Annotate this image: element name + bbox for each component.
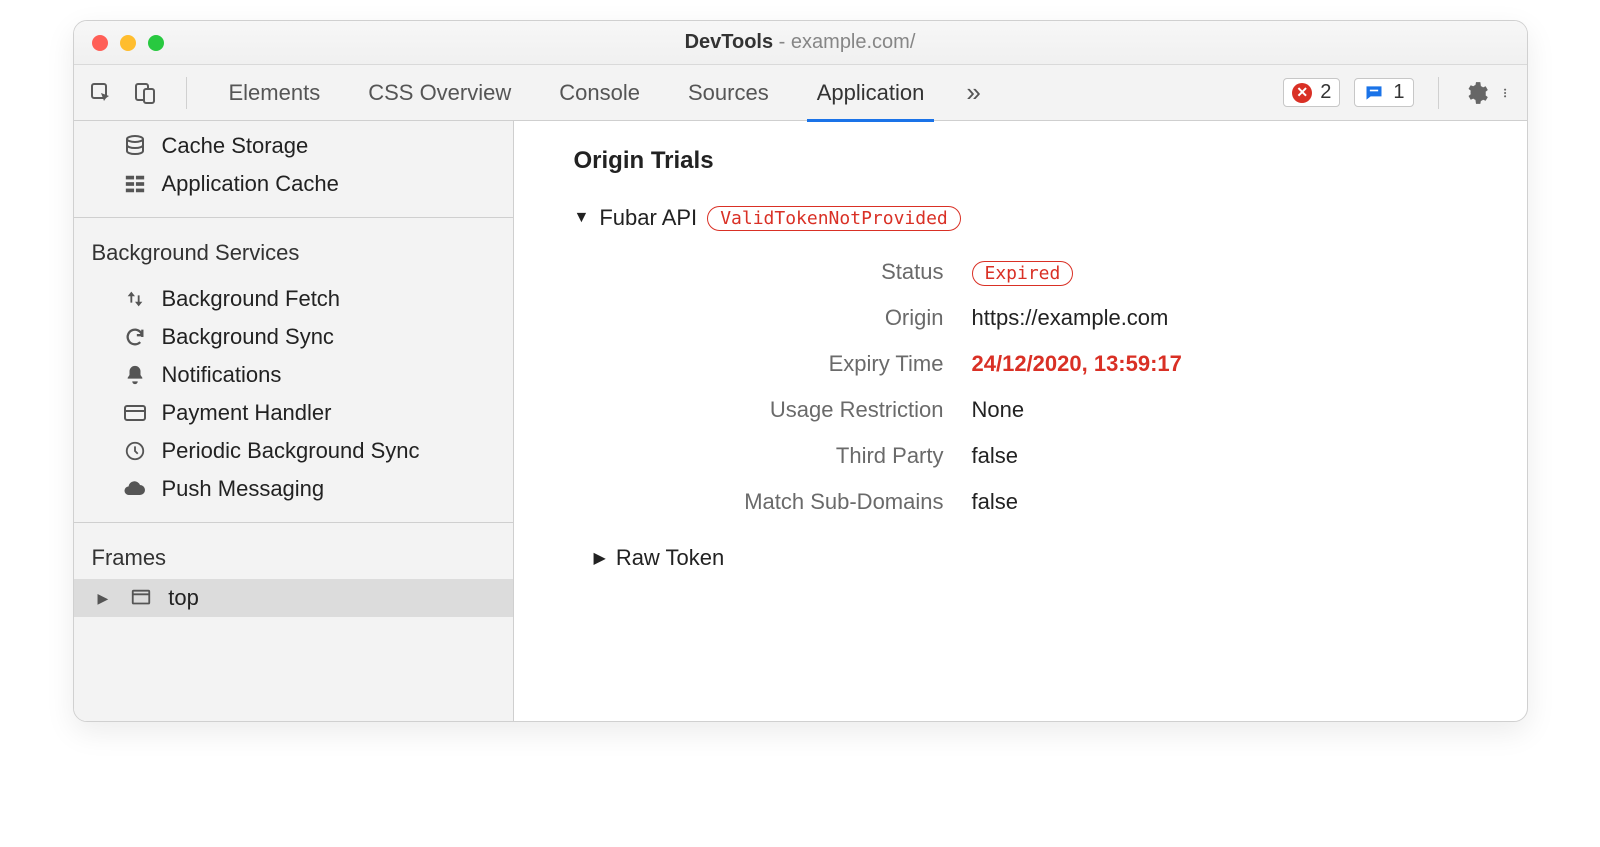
database-icon	[122, 133, 148, 159]
devtools-window: DevTools - example.com/ Elements CSS Ove…	[73, 20, 1528, 722]
raw-token-label: Raw Token	[616, 545, 724, 571]
sidebar-divider	[74, 522, 513, 523]
error-count-badge[interactable]: ✕ 2	[1283, 78, 1340, 107]
app-name: DevTools	[685, 31, 774, 53]
error-count: 2	[1320, 81, 1331, 104]
tab-elements[interactable]: Elements	[225, 65, 325, 121]
bell-icon	[122, 362, 148, 388]
up-down-arrows-icon	[122, 286, 148, 312]
sidebar-item-application-cache[interactable]: Application Cache	[74, 165, 513, 203]
section-title-origin-trials: Origin Trials	[574, 147, 1487, 175]
message-count: 1	[1393, 81, 1404, 104]
usage-label: Usage Restriction	[644, 397, 944, 423]
expiry-value: 24/12/2020, 13:59:17	[972, 351, 1487, 377]
origin-trial-row[interactable]: ▼ Fubar API ValidTokenNotProvided	[574, 205, 1487, 231]
status-label: Status	[644, 259, 944, 285]
sidebar-item-notifications[interactable]: Notifications	[74, 356, 513, 394]
sidebar-divider	[74, 217, 513, 218]
sidebar-label: Push Messaging	[162, 476, 325, 502]
origin-trial-name: Fubar API	[599, 205, 697, 231]
thirdparty-label: Third Party	[644, 443, 944, 469]
error-icon: ✕	[1292, 83, 1312, 103]
sidebar-item-background-fetch[interactable]: Background Fetch	[74, 280, 513, 318]
token-status-pill: ValidTokenNotProvided	[707, 206, 961, 231]
expand-triangle-right-icon[interactable]: ▶	[594, 548, 606, 568]
sidebar-label: Periodic Background Sync	[162, 438, 420, 464]
sidebar-label: Background Sync	[162, 324, 334, 350]
status-value: Expired	[972, 259, 1487, 285]
sidebar-item-push-messaging[interactable]: Push Messaging	[74, 470, 513, 508]
sidebar-label: Application Cache	[162, 171, 339, 197]
sidebar-item-cache-storage[interactable]: Cache Storage	[74, 127, 513, 165]
main-toolbar: Elements CSS Overview Console Sources Ap…	[74, 65, 1527, 121]
main-content: Origin Trials ▼ Fubar API ValidTokenNotP…	[514, 121, 1527, 721]
cloud-icon	[122, 476, 148, 502]
more-options-icon[interactable]	[1503, 80, 1513, 106]
device-toolbar-icon[interactable]	[132, 80, 158, 106]
sidebar-heading-frames: Frames	[74, 531, 513, 579]
usage-value: None	[972, 397, 1487, 423]
title-sep: -	[773, 31, 791, 53]
thirdparty-value: false	[972, 443, 1487, 469]
panel-body: Cache Storage Application Cache Backgrou…	[74, 121, 1527, 721]
origin-value: https://example.com	[972, 305, 1487, 331]
origin-label: Origin	[644, 305, 944, 331]
tab-sources[interactable]: Sources	[684, 65, 773, 121]
sidebar-group-cache: Cache Storage Application Cache	[74, 121, 513, 209]
sync-icon	[122, 324, 148, 350]
expand-triangle-icon[interactable]: ▶	[98, 590, 109, 607]
sidebar-label: Notifications	[162, 362, 282, 388]
sidebar-item-periodic-background-sync[interactable]: Periodic Background Sync	[74, 432, 513, 470]
application-sidebar: Cache Storage Application Cache Backgrou…	[74, 121, 514, 721]
tab-application[interactable]: Application	[813, 65, 929, 121]
subdomains-value: false	[972, 489, 1487, 515]
inspected-target: example.com/	[791, 31, 916, 53]
message-count-badge[interactable]: 1	[1354, 78, 1413, 107]
credit-card-icon	[122, 400, 148, 426]
status-pill: Expired	[972, 261, 1074, 286]
settings-icon[interactable]	[1463, 80, 1489, 106]
sidebar-label: Background Fetch	[162, 286, 341, 312]
toolbar-separator	[186, 77, 187, 109]
more-tabs-icon[interactable]: »	[966, 77, 980, 108]
clock-icon	[122, 438, 148, 464]
toolbar-left	[88, 77, 197, 109]
sidebar-label: top	[168, 585, 199, 611]
sidebar-heading-bg-services: Background Services	[74, 226, 513, 274]
origin-trial-details: Status Expired Origin https://example.co…	[644, 259, 1487, 515]
frame-icon	[128, 585, 154, 611]
panel-tabs: Elements CSS Overview Console Sources Ap…	[225, 65, 929, 121]
inspect-element-icon[interactable]	[88, 80, 114, 106]
titlebar: DevTools - example.com/	[74, 21, 1527, 65]
message-icon	[1363, 83, 1385, 103]
sidebar-item-payment-handler[interactable]: Payment Handler	[74, 394, 513, 432]
sidebar-group-bg-services: Background Fetch Background Sync Notific…	[74, 274, 513, 514]
window-title: DevTools - example.com/	[74, 31, 1527, 54]
sidebar-item-background-sync[interactable]: Background Sync	[74, 318, 513, 356]
toolbar-separator-right	[1438, 77, 1439, 109]
sidebar-label: Payment Handler	[162, 400, 332, 426]
expiry-label: Expiry Time	[644, 351, 944, 377]
sidebar-item-frame-top[interactable]: ▶ top	[74, 579, 513, 617]
sidebar-label: Cache Storage	[162, 133, 309, 159]
tab-console[interactable]: Console	[555, 65, 644, 121]
expand-triangle-down-icon[interactable]: ▼	[574, 209, 590, 227]
raw-token-row[interactable]: ▶ Raw Token	[594, 545, 1487, 571]
subdomains-label: Match Sub-Domains	[644, 489, 944, 515]
toolbar-right: ✕ 2 1	[1283, 77, 1512, 109]
tab-css-overview[interactable]: CSS Overview	[364, 65, 515, 121]
grid-icon	[122, 171, 148, 197]
